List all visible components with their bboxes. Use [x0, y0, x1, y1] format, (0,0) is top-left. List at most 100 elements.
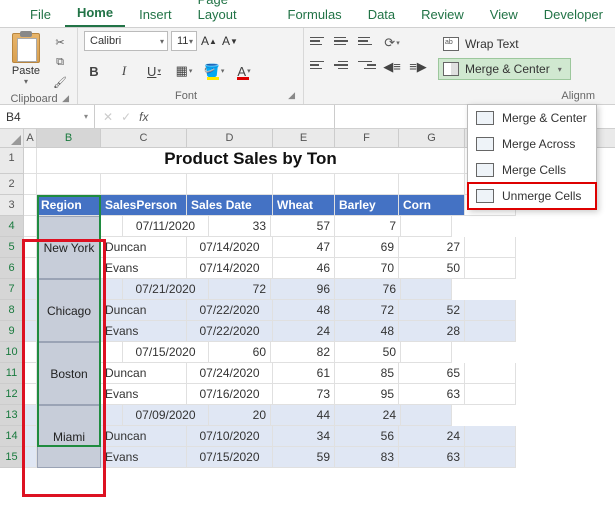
decrease-indent-button[interactable]: ◀≡: [382, 57, 402, 77]
data-cell[interactable]: Duncan: [101, 237, 187, 258]
increase-font-button[interactable]: A▲: [200, 32, 218, 50]
tab-view[interactable]: View: [478, 1, 530, 27]
data-cell[interactable]: 07/16/2020: [187, 384, 273, 405]
row-header[interactable]: 11: [0, 363, 24, 384]
cut-button[interactable]: ✂: [50, 33, 70, 51]
tab-formulas[interactable]: Formulas: [276, 1, 354, 27]
format-painter-button[interactable]: 🖌: [50, 73, 70, 91]
col-header-g[interactable]: G: [399, 129, 465, 147]
tab-insert[interactable]: Insert: [127, 1, 184, 27]
name-box[interactable]: B4▾: [0, 105, 95, 128]
header-cell[interactable]: Barley: [335, 195, 399, 216]
row-header[interactable]: 2: [0, 174, 24, 195]
tab-file[interactable]: File: [18, 1, 63, 27]
row-header[interactable]: 13: [0, 405, 24, 426]
title-cell[interactable]: Product Sales by Ton: [37, 148, 465, 174]
row-header[interactable]: 6: [0, 258, 24, 279]
region-cell[interactable]: New York: [37, 216, 101, 279]
data-cell[interactable]: 50: [399, 258, 465, 279]
font-color-button[interactable]: A▾: [234, 61, 254, 81]
data-cell[interactable]: 07/14/2020: [187, 237, 273, 258]
data-cell[interactable]: 07/14/2020: [187, 258, 273, 279]
data-cell[interactable]: 7: [335, 216, 401, 237]
data-cell[interactable]: 72: [209, 279, 271, 300]
wrap-text-button[interactable]: Wrap Text: [438, 33, 571, 55]
align-center-button[interactable]: [334, 57, 352, 73]
data-cell[interactable]: 69: [335, 237, 399, 258]
copy-button[interactable]: ⧉: [50, 53, 70, 71]
merge-cells-item[interactable]: Merge Cells: [468, 157, 596, 183]
data-cell[interactable]: 76: [335, 279, 401, 300]
header-cell[interactable]: Corn: [399, 195, 465, 216]
row-header[interactable]: 9: [0, 321, 24, 342]
data-cell[interactable]: 24: [399, 426, 465, 447]
header-cell[interactable]: Wheat: [273, 195, 335, 216]
col-header-a[interactable]: A: [24, 129, 37, 147]
data-cell[interactable]: 27: [399, 237, 465, 258]
fill-color-button[interactable]: 🪣▾: [204, 61, 224, 81]
row-header[interactable]: 12: [0, 384, 24, 405]
header-cell[interactable]: Sales Date: [187, 195, 273, 216]
decrease-font-button[interactable]: A▼: [221, 32, 239, 50]
col-header-e[interactable]: E: [273, 129, 335, 147]
data-cell[interactable]: 56: [335, 426, 399, 447]
col-header-b[interactable]: B: [37, 129, 101, 147]
row-header[interactable]: 7: [0, 279, 24, 300]
data-cell[interactable]: Duncan: [101, 363, 187, 384]
col-header-f[interactable]: F: [335, 129, 399, 147]
align-right-button[interactable]: [358, 57, 376, 73]
align-bottom-button[interactable]: [358, 33, 376, 49]
data-cell[interactable]: 52: [399, 300, 465, 321]
orientation-button[interactable]: ⟳▾: [382, 33, 402, 53]
region-cell[interactable]: Chicago: [37, 279, 101, 342]
font-name-combo[interactable]: Calibri▾: [84, 31, 168, 51]
font-size-combo[interactable]: 11▾: [171, 31, 197, 51]
data-cell[interactable]: 07/15/2020: [187, 447, 273, 468]
data-cell[interactable]: 07/11/2020: [123, 216, 209, 237]
paste-button[interactable]: Paste ▾: [6, 31, 46, 91]
data-cell[interactable]: 07/24/2020: [187, 363, 273, 384]
data-cell[interactable]: 07/22/2020: [187, 300, 273, 321]
unmerge-cells-item[interactable]: Unmerge Cells: [468, 183, 596, 209]
increase-indent-button[interactable]: ≡▶: [408, 57, 428, 77]
data-cell[interactable]: 65: [399, 363, 465, 384]
data-cell[interactable]: 63: [399, 447, 465, 468]
row-header[interactable]: 14: [0, 426, 24, 447]
row-header[interactable]: 4: [0, 216, 24, 237]
data-cell[interactable]: 72: [335, 300, 399, 321]
col-header-c[interactable]: C: [101, 129, 187, 147]
data-cell[interactable]: 59: [273, 447, 335, 468]
row-header[interactable]: 15: [0, 447, 24, 468]
data-cell[interactable]: 07/15/2020: [123, 342, 209, 363]
tab-data[interactable]: Data: [356, 1, 407, 27]
data-cell[interactable]: 61: [273, 363, 335, 384]
font-launcher-icon[interactable]: ◢: [288, 90, 295, 101]
insert-function-button[interactable]: fx: [139, 110, 148, 124]
tab-review[interactable]: Review: [409, 1, 476, 27]
data-cell[interactable]: 44: [271, 405, 335, 426]
tab-developer[interactable]: Developer: [532, 1, 615, 27]
data-cell[interactable]: Evans: [101, 258, 187, 279]
clipboard-launcher-icon[interactable]: ◢: [62, 93, 69, 104]
data-cell[interactable]: 96: [271, 279, 335, 300]
data-cell[interactable]: 07/10/2020: [187, 426, 273, 447]
data-cell[interactable]: 50: [335, 342, 401, 363]
data-cell[interactable]: 63: [399, 384, 465, 405]
italic-button[interactable]: I: [114, 61, 134, 81]
data-cell[interactable]: 33: [209, 216, 271, 237]
row-header[interactable]: 3: [0, 195, 24, 216]
data-cell[interactable]: 60: [209, 342, 271, 363]
enter-formula-icon[interactable]: ✓: [121, 110, 131, 124]
data-cell[interactable]: 20: [209, 405, 271, 426]
region-cell[interactable]: Miami: [37, 405, 101, 468]
row-header[interactable]: 1: [0, 148, 24, 174]
data-cell[interactable]: Duncan: [101, 426, 187, 447]
data-cell[interactable]: Evans: [101, 321, 187, 342]
region-cell[interactable]: Boston: [37, 342, 101, 405]
merge-and-center-item[interactable]: Merge & Center: [468, 105, 596, 131]
col-header-d[interactable]: D: [187, 129, 273, 147]
data-cell[interactable]: 24: [335, 405, 401, 426]
data-cell[interactable]: 70: [335, 258, 399, 279]
tab-page-layout[interactable]: Page Layout: [186, 0, 274, 27]
row-header[interactable]: 10: [0, 342, 24, 363]
